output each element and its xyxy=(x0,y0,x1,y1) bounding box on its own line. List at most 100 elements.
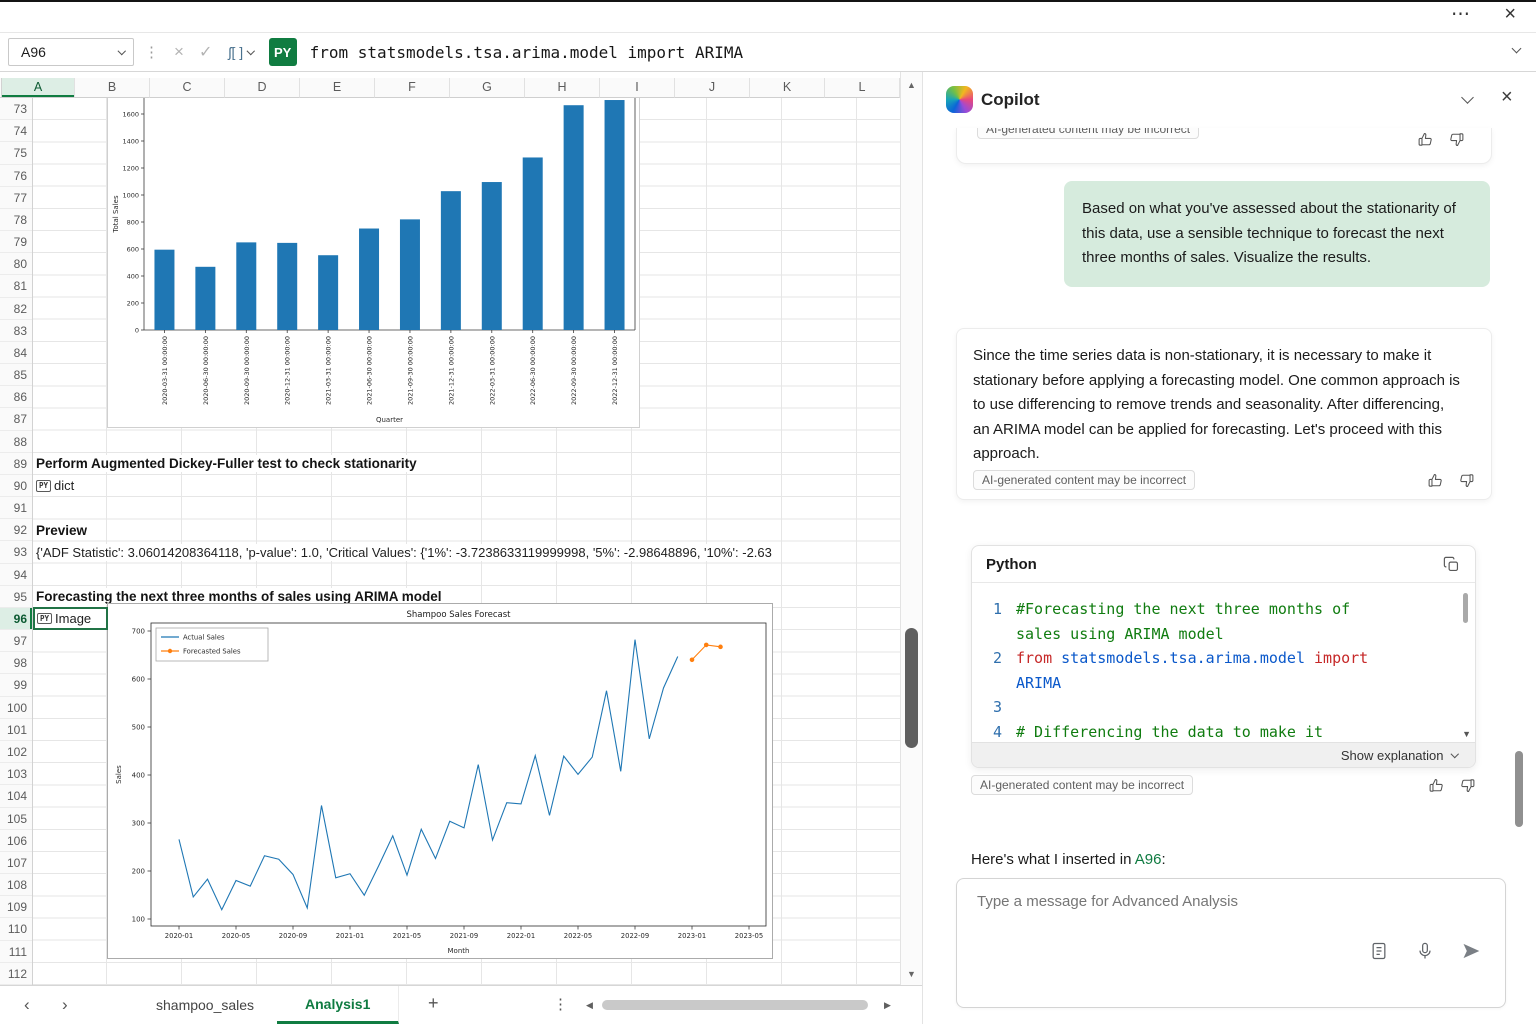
sheet-grid[interactable]: 020040060080010001200140016002020-03-31 … xyxy=(33,98,900,985)
row-header-111[interactable]: 111 xyxy=(0,941,32,963)
row-header-98[interactable]: 98 xyxy=(0,652,32,674)
column-header-F[interactable]: F xyxy=(375,78,450,98)
row-header-83[interactable]: 83 xyxy=(0,320,32,342)
cell-A92[interactable]: Preview xyxy=(36,522,91,539)
row-header-88[interactable]: 88 xyxy=(0,431,32,453)
row-header-100[interactable]: 100 xyxy=(0,697,32,719)
row-header-76[interactable]: 76 xyxy=(0,165,32,187)
row-header-81[interactable]: 81 xyxy=(0,275,32,297)
thumbs-up-icon[interactable] xyxy=(1417,131,1434,148)
column-header-G[interactable]: G xyxy=(450,78,525,98)
row-header-104[interactable]: 104 xyxy=(0,785,32,807)
row-header-101[interactable]: 101 xyxy=(0,719,32,741)
sheet-tab-shampoo-sales[interactable]: shampoo_sales xyxy=(128,986,283,1024)
thumbs-up-icon[interactable] xyxy=(1427,472,1444,489)
thumbs-down-icon[interactable] xyxy=(1448,131,1465,148)
chat-input[interactable] xyxy=(977,893,1467,910)
insert-function-icon[interactable]: ʃ[ ] xyxy=(228,44,253,60)
row-header-94[interactable]: 94 xyxy=(0,564,32,586)
prev-sheet-icon[interactable]: ‹ xyxy=(24,995,30,1015)
horizontal-scrollbar-thumb[interactable] xyxy=(602,1000,868,1010)
thumbs-down-icon[interactable] xyxy=(1459,777,1476,794)
chevron-down-icon[interactable] xyxy=(117,47,125,55)
scroll-left-icon[interactable]: ◀ xyxy=(586,1000,593,1011)
formula-bar-handle-icon[interactable]: ⋮ xyxy=(144,43,159,61)
column-header-C[interactable]: C xyxy=(150,78,225,98)
thumbs-down-icon[interactable] xyxy=(1458,472,1475,489)
row-header-75[interactable]: 75 xyxy=(0,142,32,164)
show-explanation-bar[interactable]: Show explanation xyxy=(972,742,1475,768)
scroll-right-icon[interactable]: ▶ xyxy=(884,1000,891,1011)
column-header-L[interactable]: L xyxy=(825,78,900,98)
more-options-icon[interactable]: ⋯ xyxy=(1451,3,1470,26)
row-header-80[interactable]: 80 xyxy=(0,253,32,275)
row-header-103[interactable]: 103 xyxy=(0,763,32,785)
row-header-78[interactable]: 78 xyxy=(0,209,32,231)
row-header-92[interactable]: 92 xyxy=(0,519,32,541)
code-scroll-down-icon[interactable]: ▼ xyxy=(1462,729,1471,739)
column-header-I[interactable]: I xyxy=(600,78,675,98)
row-header-73[interactable]: 73 xyxy=(0,98,32,120)
window-close-icon[interactable]: × xyxy=(1504,3,1516,26)
scroll-up-icon[interactable]: ▲ xyxy=(901,80,922,90)
confirm-entry-icon[interactable]: ✓ xyxy=(199,42,212,62)
row-header-91[interactable]: 91 xyxy=(0,497,32,519)
formula-input[interactable]: from statsmodels.tsa.arima.model import … xyxy=(310,43,743,62)
vertical-scrollbar-thumb[interactable] xyxy=(905,628,918,748)
sheet-options-icon[interactable]: ⋮ xyxy=(553,995,568,1013)
cell-A90[interactable]: PYdict xyxy=(36,477,78,494)
column-header-H[interactable]: H xyxy=(525,78,600,98)
quarterly-sales-bar-chart[interactable]: 020040060080010001200140016002020-03-31 … xyxy=(107,98,640,428)
row-header-99[interactable]: 99 xyxy=(0,674,32,696)
column-header-E[interactable]: E xyxy=(300,78,375,98)
row-header-85[interactable]: 85 xyxy=(0,364,32,386)
row-header-79[interactable]: 79 xyxy=(0,231,32,253)
add-sheet-button[interactable]: + xyxy=(428,993,439,1014)
row-header-102[interactable]: 102 xyxy=(0,741,32,763)
shampoo-forecast-line-chart[interactable]: 1002003004005006007002020-012020-052020-… xyxy=(107,603,773,959)
selected-cell-A96[interactable]: PYImage xyxy=(33,607,108,630)
row-header-110[interactable]: 110 xyxy=(0,918,32,940)
row-header-95[interactable]: 95 xyxy=(0,586,32,608)
copy-code-icon[interactable] xyxy=(1442,555,1461,574)
chat-input-box[interactable] xyxy=(956,878,1506,1008)
row-header-96[interactable]: 96 xyxy=(0,608,32,630)
send-icon[interactable] xyxy=(1461,941,1481,961)
close-panel-icon[interactable]: × xyxy=(1501,86,1513,109)
column-header-A[interactable]: A xyxy=(2,78,75,98)
collapse-panel-icon[interactable] xyxy=(1461,91,1474,104)
sheet-tab-analysis1[interactable]: Analysis1 xyxy=(277,986,399,1024)
name-box[interactable]: A96 xyxy=(8,38,134,66)
prompt-library-icon[interactable] xyxy=(1369,941,1389,961)
thumbs-up-icon[interactable] xyxy=(1428,777,1445,794)
next-sheet-icon[interactable]: › xyxy=(62,995,68,1015)
microphone-icon[interactable] xyxy=(1415,941,1435,961)
code-block[interactable]: 1#Forecasting the next three months of s… xyxy=(972,583,1475,742)
column-header-B[interactable]: B xyxy=(75,78,150,98)
row-header-109[interactable]: 109 xyxy=(0,896,32,918)
row-header-77[interactable]: 77 xyxy=(0,187,32,209)
row-header-89[interactable]: 89 xyxy=(0,453,32,475)
row-header-84[interactable]: 84 xyxy=(0,342,32,364)
row-header-107[interactable]: 107 xyxy=(0,852,32,874)
sheet-vertical-scrollbar[interactable]: ▲ ▼ xyxy=(900,72,922,985)
column-header-D[interactable]: D xyxy=(225,78,300,98)
row-header-82[interactable]: 82 xyxy=(0,298,32,320)
cancel-entry-icon[interactable]: × xyxy=(174,42,184,62)
row-header-108[interactable]: 108 xyxy=(0,874,32,896)
row-header-93[interactable]: 93 xyxy=(0,541,32,563)
row-header-112[interactable]: 112 xyxy=(0,963,32,985)
row-header-97[interactable]: 97 xyxy=(0,630,32,652)
row-header-105[interactable]: 105 xyxy=(0,808,32,830)
row-header-106[interactable]: 106 xyxy=(0,830,32,852)
code-scrollbar-thumb[interactable] xyxy=(1463,593,1468,623)
row-header-90[interactable]: 90 xyxy=(0,475,32,497)
column-header-J[interactable]: J xyxy=(675,78,750,98)
cell-A89[interactable]: Perform Augmented Dickey-Fuller test to … xyxy=(36,455,421,472)
row-header-74[interactable]: 74 xyxy=(0,120,32,142)
cell-reference-link[interactable]: A96 xyxy=(1135,851,1162,868)
column-header-K[interactable]: K xyxy=(750,78,825,98)
scroll-down-icon[interactable]: ▼ xyxy=(901,969,922,979)
panel-scrollbar-thumb[interactable] xyxy=(1515,751,1523,827)
formula-bar-expand-icon[interactable] xyxy=(1512,44,1522,54)
